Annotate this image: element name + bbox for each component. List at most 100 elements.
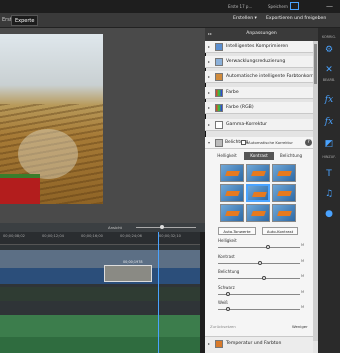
preset-thumbnail-selected[interactable]: [246, 184, 270, 202]
music-icon[interactable]: ♫: [322, 188, 336, 200]
playhead[interactable]: [158, 232, 159, 353]
preset-thumbnail[interactable]: [246, 164, 270, 182]
tools-icon[interactable]: ✕: [322, 64, 336, 76]
slider-label: Belichtung: [218, 269, 240, 274]
clip-label: 00;00;1978: [123, 260, 143, 264]
expand-arrow-icon[interactable]: ▸: [208, 74, 210, 79]
slider-knob[interactable]: [262, 276, 266, 280]
video-track-2[interactable]: [0, 268, 200, 284]
adjustment-item[interactable]: ▸ Temperatur und Farbton: [205, 336, 313, 353]
adjustment-item[interactable]: ▸ Gamma-Korrektur: [205, 119, 313, 131]
adjustment-item[interactable]: ▸ Automatische intelligente Farbtonkorrek…: [205, 71, 325, 83]
expand-arrow-icon[interactable]: ▸: [208, 122, 210, 127]
harvester-image: [0, 174, 40, 204]
tab-bar: Erste Experte Erstellen ▾ Exportieren un…: [0, 13, 340, 28]
tab-experte[interactable]: Experte: [11, 15, 39, 26]
circle-icon[interactable]: ●: [322, 208, 336, 220]
video-frame-preview: [0, 34, 103, 204]
belichtung-slider[interactable]: [218, 278, 300, 279]
file-label: Erste 17 p...: [228, 4, 253, 9]
expand-arrow-icon[interactable]: ▸: [208, 105, 210, 110]
collapse-icon[interactable]: ▸▸: [208, 31, 212, 36]
zoom-slider[interactable]: [136, 227, 196, 228]
window-icon[interactable]: [290, 2, 299, 10]
auto-contrast-button[interactable]: Auto-Kontrast: [262, 227, 298, 235]
export-share-menu[interactable]: Exportieren und freigeben: [266, 16, 326, 21]
preset-thumbnail[interactable]: [220, 184, 244, 202]
auto-correct-label: Automatische Korrektur: [248, 140, 293, 145]
audio-track-3[interactable]: [0, 337, 200, 353]
subtab-helligkeit[interactable]: Helligkeit: [212, 152, 242, 160]
preset-thumbnail[interactable]: [220, 204, 244, 222]
reset-icon[interactable]: M: [301, 305, 304, 309]
reset-icon[interactable]: M: [301, 274, 304, 278]
expand-arrow-icon[interactable]: ▸: [208, 341, 210, 346]
slider-knob[interactable]: [226, 307, 230, 311]
slider-label: Schwarz: [218, 285, 235, 290]
slider-knob[interactable]: [258, 261, 262, 265]
layers-icon[interactable]: ◩: [322, 138, 336, 150]
reset-icon[interactable]: M: [301, 259, 304, 263]
reset-icon[interactable]: M: [301, 243, 304, 247]
adjustment-item[interactable]: ▸ Farbe: [205, 87, 313, 99]
adjustment-label: Verwacklungsreduzierung: [226, 59, 286, 64]
slider-label: Kontrast: [218, 254, 235, 259]
schwarz-slider[interactable]: [218, 294, 300, 295]
ruler-label: 00;00;08;02: [3, 234, 25, 238]
slider-knob[interactable]: [266, 245, 270, 249]
slider-label: Helligkeit: [218, 238, 237, 243]
preset-thumbnail[interactable]: [220, 164, 244, 182]
auto-tone-button[interactable]: Auto-Tonwerte: [218, 227, 256, 235]
fx-italic-icon[interactable]: fx: [322, 116, 336, 128]
adjustments-header: Anpassungen ▸▸: [205, 28, 318, 41]
ruler-label: 00;00;16;00: [81, 234, 103, 238]
audio-track-2[interactable]: [0, 315, 200, 337]
create-menu[interactable]: Erstellen ▾: [233, 16, 257, 21]
view-label: Ansicht: [108, 225, 123, 230]
fx-icon[interactable]: fx: [322, 94, 336, 106]
reset-icon[interactable]: M: [301, 290, 304, 294]
panel-scroll-thumb[interactable]: [314, 44, 317, 84]
color-icon: [215, 89, 223, 97]
ruler-label: 00;00;24;06: [120, 234, 142, 238]
adjustment-label: Farbe (RGB): [226, 105, 254, 110]
subtab-belichtung[interactable]: Belichtung: [276, 152, 306, 160]
help-icon[interactable]: ?: [305, 139, 312, 146]
timeline-ruler[interactable]: 00;00;08;02 00;00;12;04 00;00;16;00 00;0…: [0, 232, 205, 245]
color-rgb-icon: [215, 104, 223, 112]
auto-correct-checkbox[interactable]: [241, 140, 246, 145]
save-button[interactable]: Speichern: [268, 4, 288, 9]
adjustment-label: Gamma-Korrektur: [226, 122, 268, 127]
expand-arrow-icon[interactable]: ▸: [208, 44, 210, 49]
panel-title: Anpassungen: [246, 31, 277, 36]
expand-arrow-icon[interactable]: ▸: [208, 90, 210, 95]
minimize-icon[interactable]: —: [326, 2, 336, 11]
slider-label: Weiß: [218, 300, 228, 305]
brightness-header: ▾ Belichtung Automatische Korrektur ?: [205, 137, 313, 149]
preset-thumbnail[interactable]: [272, 164, 296, 182]
collapse-arrow-icon[interactable]: ▾: [208, 140, 210, 145]
subtab-kontrast[interactable]: Kontrast: [244, 152, 274, 160]
slider-knob[interactable]: [226, 292, 230, 296]
sliders-icon[interactable]: ⚙: [322, 44, 336, 56]
adjustment-item[interactable]: ▸ Farbe (RGB): [205, 102, 313, 114]
preset-thumbnail[interactable]: [272, 184, 296, 202]
timeline-clip[interactable]: 00;00;1978: [104, 260, 152, 282]
gamma-icon: [215, 121, 223, 129]
less-link[interactable]: Weniger: [292, 324, 308, 329]
adjustment-item[interactable]: ▸ Intelligentes Komprimieren: [205, 41, 313, 53]
adjustment-item[interactable]: ▸ Verwacklungsreduzierung: [205, 56, 313, 68]
preset-thumbnail[interactable]: [246, 204, 270, 222]
reset-link[interactable]: Zurücksetzen: [210, 324, 236, 329]
audio-track-1[interactable]: [0, 287, 200, 301]
auto-tone-icon: [215, 73, 223, 81]
video-track-1[interactable]: [0, 250, 200, 268]
hinzuf-label: HINZUF.: [322, 155, 336, 159]
preset-thumbnail-grid: [220, 164, 296, 224]
zoom-slider-knob[interactable]: [160, 225, 164, 229]
text-icon[interactable]: T: [322, 168, 336, 180]
expand-arrow-icon[interactable]: ▸: [208, 59, 210, 64]
helligkeit-slider[interactable]: [218, 247, 300, 248]
preset-thumbnail[interactable]: [272, 204, 296, 222]
weiss-slider[interactable]: [218, 309, 300, 310]
